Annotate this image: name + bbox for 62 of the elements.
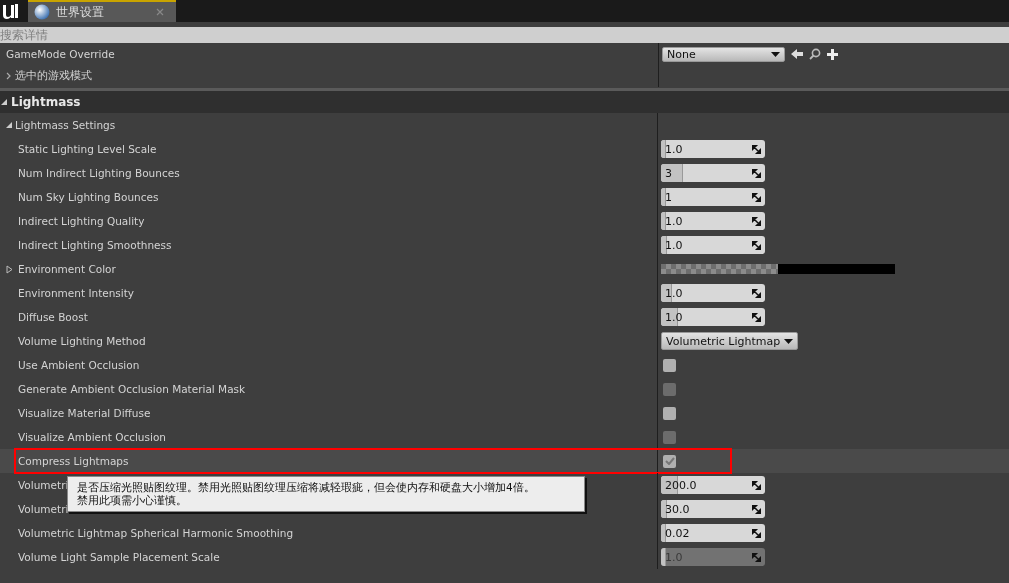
number-field[interactable]: 1.0	[661, 308, 765, 326]
property-label: Num Sky Lighting Bounces	[18, 191, 159, 203]
property-label: Compress Lightmaps	[18, 455, 129, 467]
search-field[interactable]: 搜索详情	[0, 27, 1009, 43]
dropdown[interactable]: Volumetric Lightmap	[661, 332, 799, 350]
property-label: Volumetri	[18, 479, 69, 491]
drag-handle-icon[interactable]	[752, 144, 761, 154]
tab[interactable]: 世界设置	[28, 0, 176, 22]
property-label: Volumetric Lightmap Spherical Harmonic Smoothing	[18, 527, 294, 539]
property-label: Environment Color	[18, 263, 116, 275]
number-field[interactable]: 200.0	[661, 476, 765, 494]
caret-icon	[771, 51, 780, 57]
search-icon[interactable]	[809, 48, 821, 60]
arrow-left-icon[interactable]	[791, 48, 803, 60]
checkbox[interactable]	[663, 406, 676, 420]
checkmark-icon	[664, 457, 675, 465]
number-field[interactable]: 1.0	[661, 236, 765, 254]
property-label: Visualize Ambient Occlusion	[18, 431, 166, 443]
property-label: Num Indirect Lighting Bounces	[18, 167, 180, 179]
drag-handle-icon[interactable]	[752, 528, 761, 538]
property-label: Volume Lighting Method	[18, 335, 146, 347]
tooltip-text: 是否压缩光照贴图纹理。禁用光照贴图纹理压缩将减轻瑕疵，但会使内存和硬盘大小增加4倍。	[77, 481, 536, 494]
drag-handle-icon[interactable]	[752, 192, 761, 202]
section-label: Lightmass Settings	[15, 119, 116, 131]
property-label: 选中的游戏模式	[15, 69, 92, 83]
category-header[interactable]: Lightmass	[0, 91, 1009, 113]
color-swatch[interactable]	[661, 264, 895, 274]
number-field[interactable]: 0.02	[661, 524, 765, 542]
drag-handle-icon[interactable]	[752, 168, 761, 178]
checkbox[interactable]	[663, 358, 676, 372]
number-field[interactable]: 1.0	[661, 140, 765, 158]
expand-arrow-icon[interactable]	[1, 98, 7, 106]
property-label: Volumetri	[18, 503, 69, 515]
drag-handle-icon[interactable]	[752, 240, 761, 250]
property-label: GameMode Override	[6, 48, 115, 60]
number-field[interactable]: 1.0	[661, 284, 765, 302]
property-label: Use Ambient Occlusion	[18, 359, 140, 371]
property-label: Visualize Material Diffuse	[18, 407, 151, 419]
drag-handle-icon[interactable]	[752, 480, 761, 490]
drag-handle-icon[interactable]	[752, 288, 761, 298]
property-label: Volume Light Sample Placement Scale	[18, 551, 220, 563]
expand-arrow-icon[interactable]	[6, 121, 12, 129]
property-label: Static Lighting Level Scale	[18, 143, 157, 155]
property-label: Indirect Lighting Quality	[18, 215, 145, 227]
tooltip-text: 禁用此项需小心谨慎。	[77, 494, 188, 507]
property-label: Diffuse Boost	[18, 311, 88, 323]
checkbox[interactable]	[663, 454, 676, 468]
number-field[interactable]: 1	[661, 188, 765, 206]
property-label: Indirect Lighting Smoothness	[18, 239, 172, 251]
drag-handle-icon[interactable]	[752, 504, 761, 514]
property-label: Generate Ambient Occlusion Material Mask	[18, 383, 246, 395]
expand-arrow-icon[interactable]	[6, 264, 13, 274]
dropdown[interactable]: None	[662, 46, 785, 62]
caret-icon	[784, 338, 794, 344]
plus-icon[interactable]	[827, 48, 838, 60]
number-field[interactable]: 30.0	[661, 500, 765, 518]
drag-handle-icon[interactable]	[752, 216, 761, 226]
number-field[interactable]: 3	[661, 164, 765, 182]
drag-handle-icon[interactable]	[752, 312, 761, 322]
globe-icon	[34, 4, 50, 20]
number-field[interactable]: 1.0	[661, 212, 765, 230]
property-label: Environment Intensity	[18, 287, 135, 299]
